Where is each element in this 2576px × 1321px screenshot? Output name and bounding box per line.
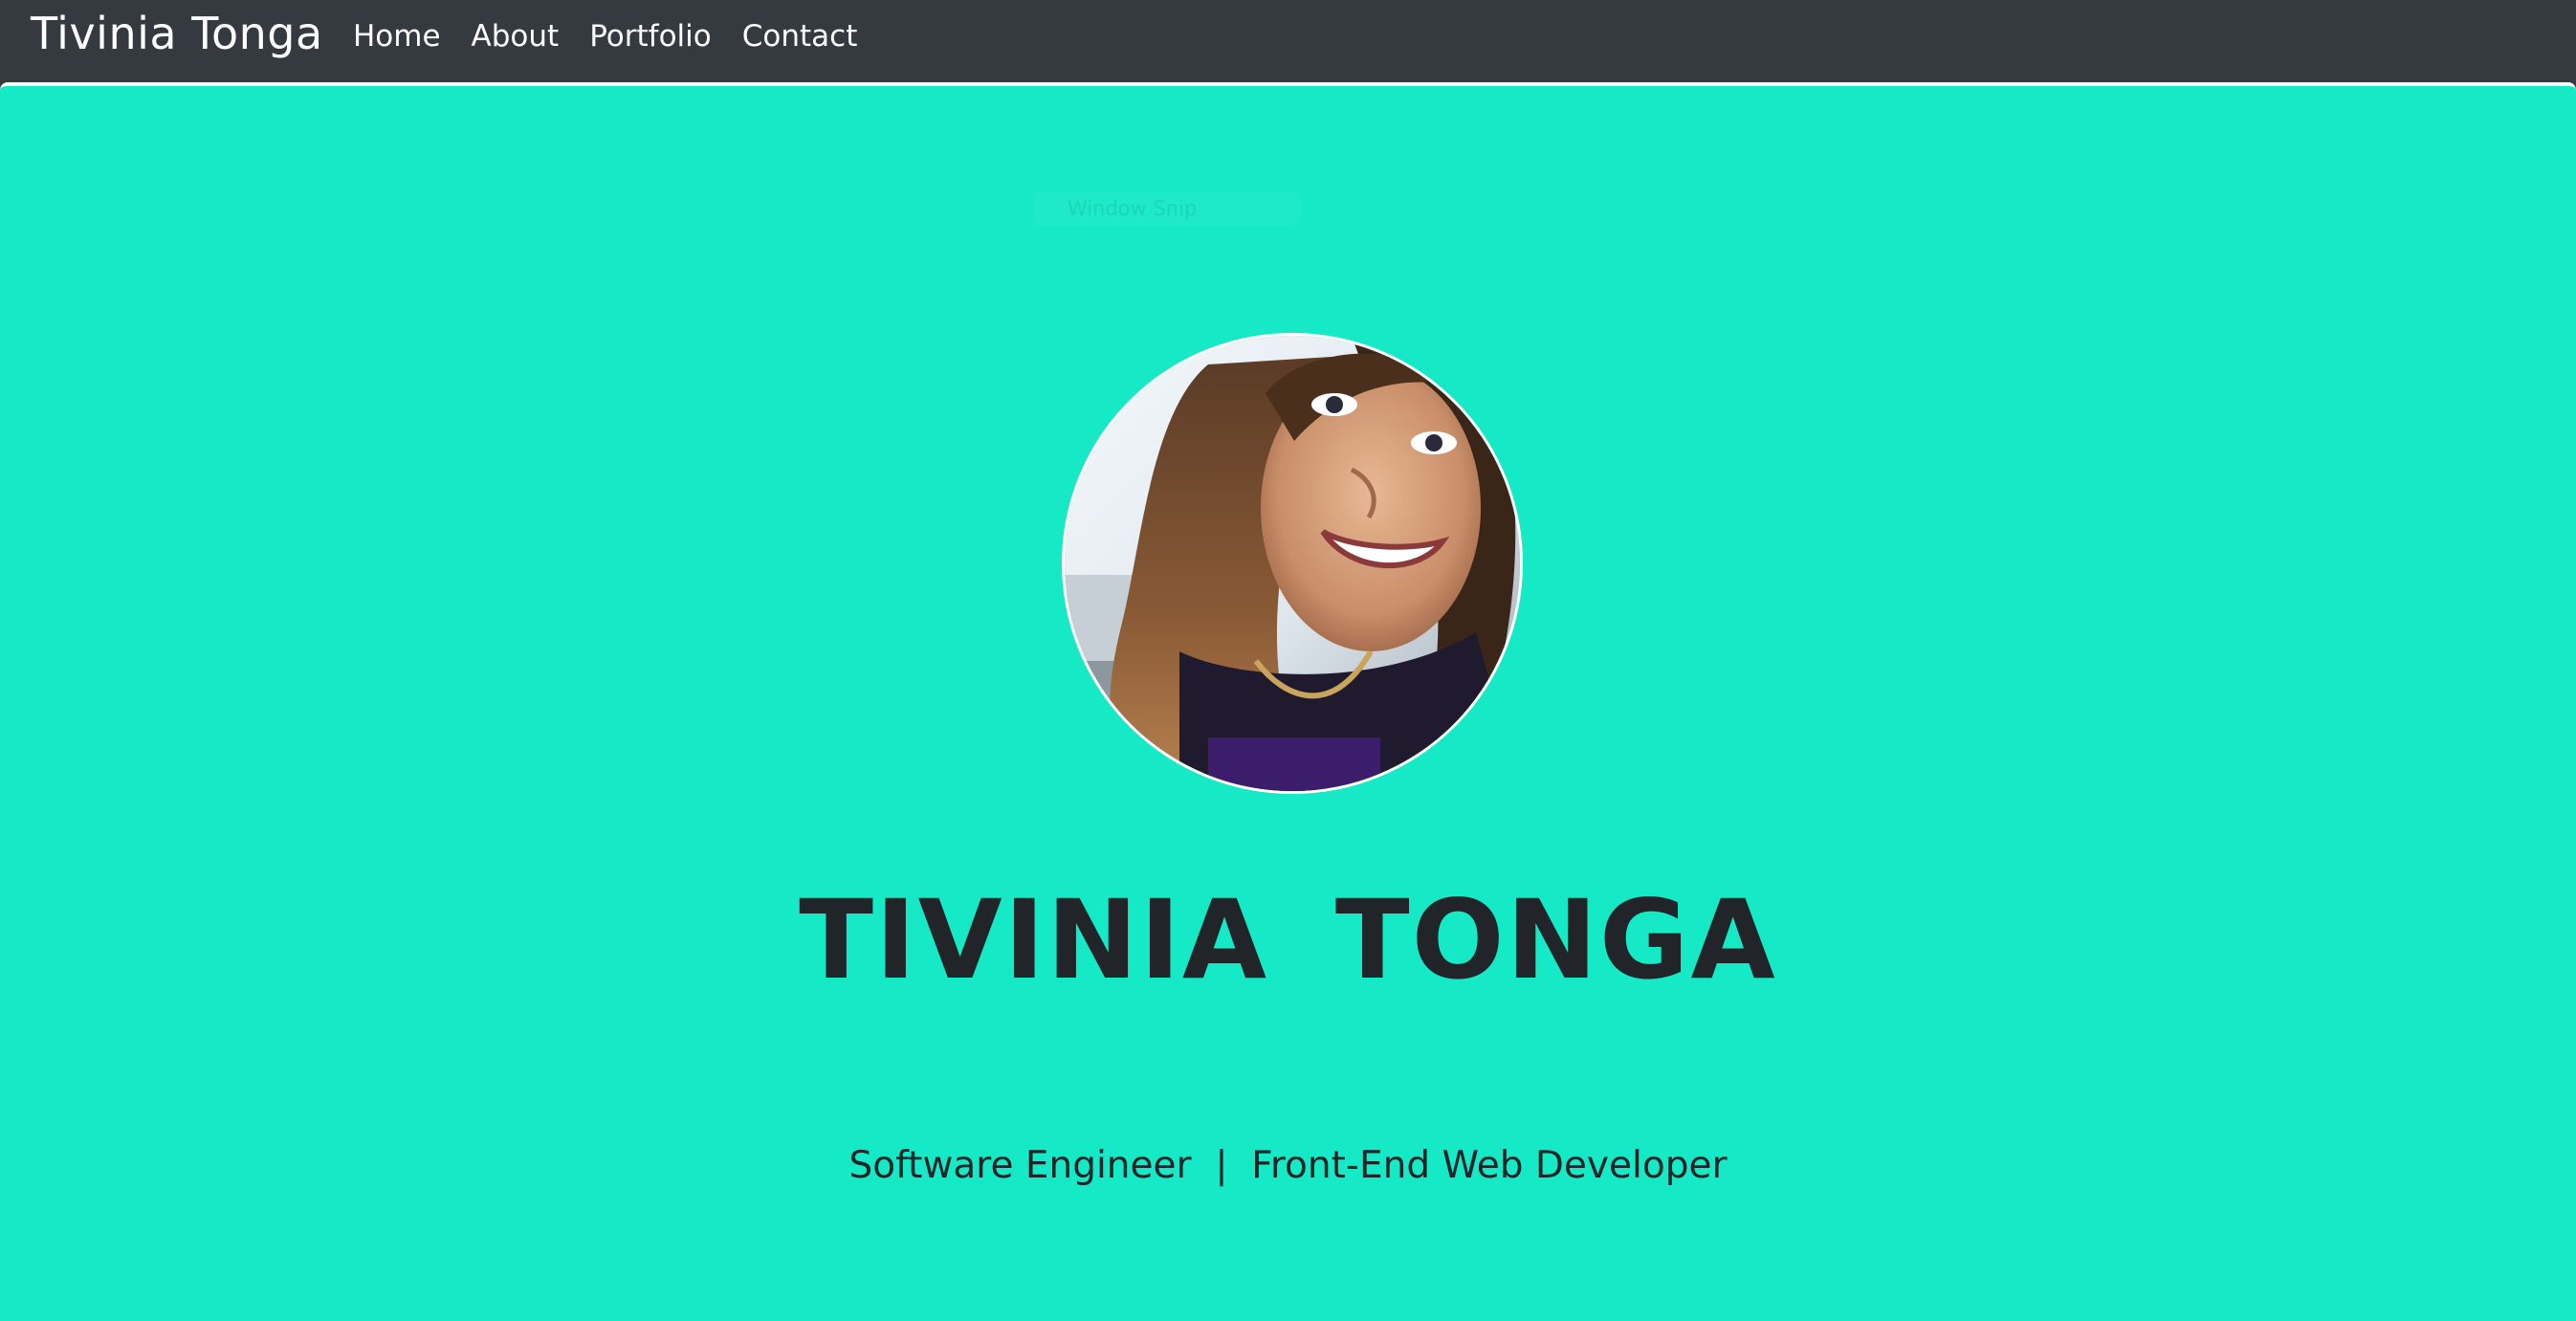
brand-link[interactable]: Tivinia Tonga	[31, 8, 323, 59]
navbar: Tivinia Tonga Home About Portfolio Conta…	[0, 0, 2576, 82]
nav-link-portfolio[interactable]: Portfolio	[589, 19, 712, 54]
nav-link-home[interactable]: Home	[353, 19, 441, 54]
hero-subtitle: Software Engineer | Front-End Web Develo…	[848, 1144, 1728, 1187]
nav-link-contact[interactable]: Contact	[742, 19, 858, 54]
window-snip-overlay: Window Snip	[1033, 191, 1301, 226]
nav-link-about[interactable]: About	[472, 19, 560, 54]
hero-section: Window Snip TIVINIA TONGA Software Engin…	[0, 82, 2576, 1321]
profile-photo	[1062, 333, 1523, 794]
nav-links: Home About Portfolio Contact	[353, 19, 888, 54]
hero-title: TIVINIA TONGA	[799, 876, 1777, 1003]
profile-photo-illustration	[1065, 336, 1520, 791]
